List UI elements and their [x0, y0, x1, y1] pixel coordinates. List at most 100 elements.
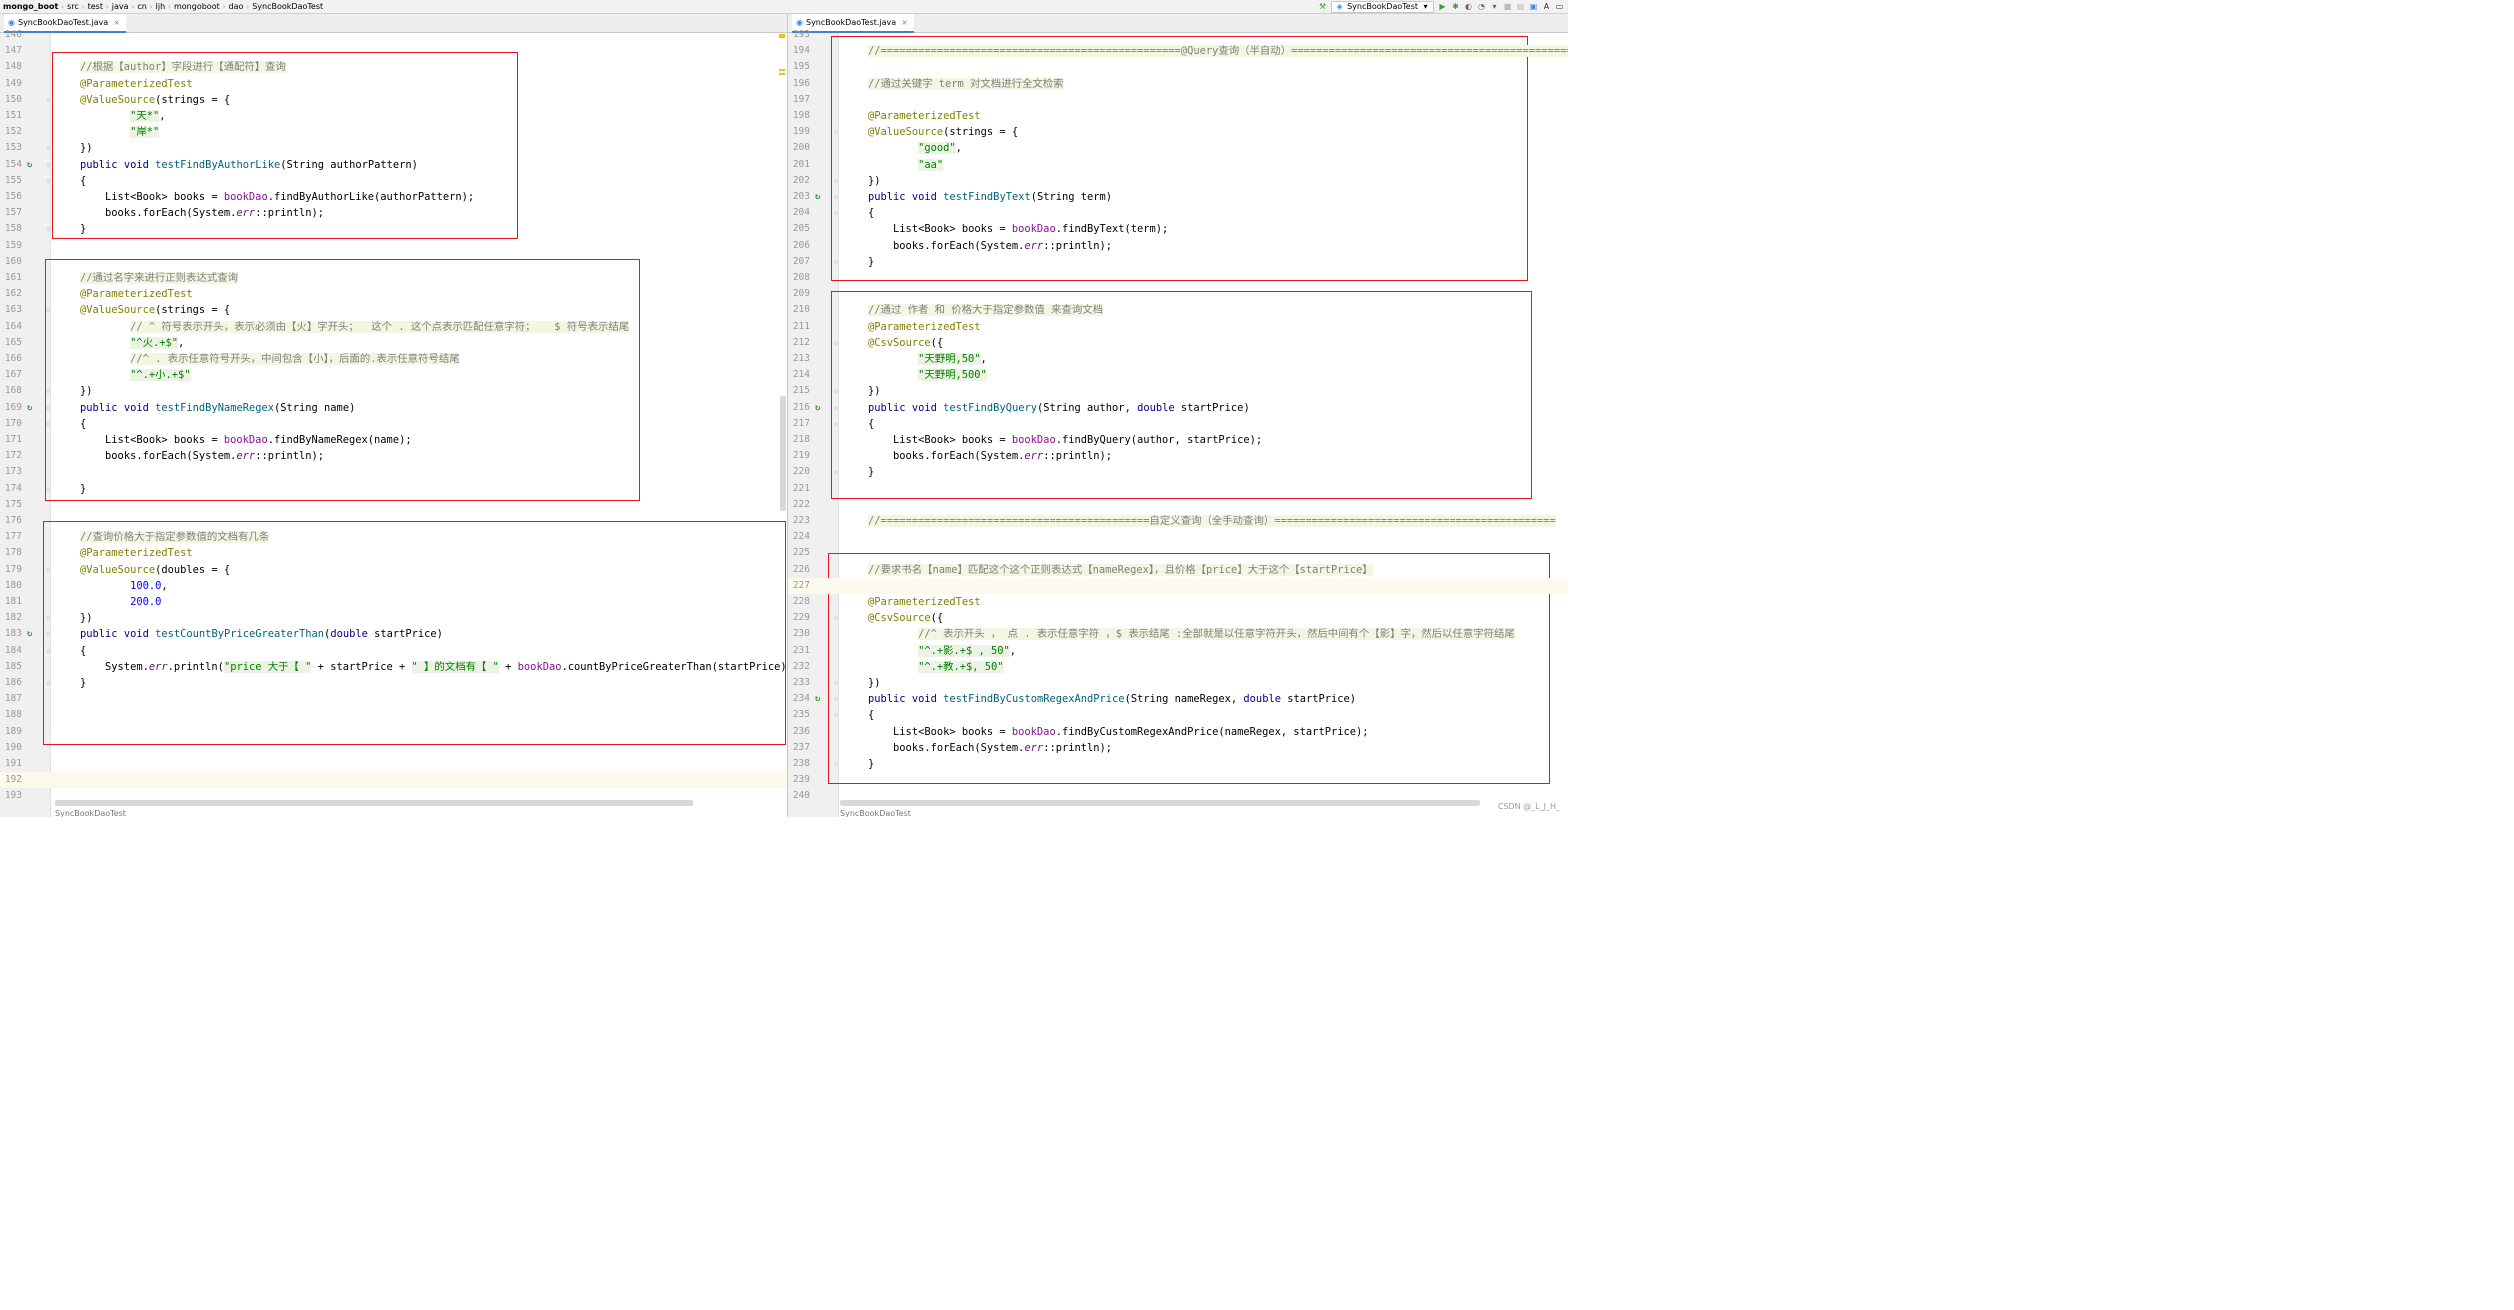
- code-line[interactable]: 207 ◇ }: [788, 254, 1568, 270]
- attach-icon[interactable]: ▤: [1516, 2, 1525, 11]
- run-test-icon[interactable]: ↻: [815, 691, 820, 707]
- code-line[interactable]: 185 System.err.println("price 大于【 " + st…: [0, 659, 787, 675]
- code-line[interactable]: 156 List<Book> books = bookDao.findByAut…: [0, 189, 787, 205]
- code-line[interactable]: 222: [788, 497, 1568, 513]
- debug-icon[interactable]: ✱: [1451, 2, 1460, 11]
- code-line[interactable]: 174 ◇ }: [0, 481, 787, 497]
- run-test-icon[interactable]: ↻: [27, 626, 32, 642]
- run-test-icon[interactable]: ↻: [815, 400, 820, 416]
- code-line[interactable]: 176: [0, 513, 787, 529]
- code-line[interactable]: 192: [0, 772, 787, 789]
- code-line[interactable]: 158 ◇ }: [0, 221, 787, 237]
- code-line[interactable]: 215 ◇ }): [788, 383, 1568, 399]
- code-line[interactable]: 220 ◇ }: [788, 464, 1568, 480]
- breadcrumb-item[interactable]: mongo_boot: [0, 2, 61, 11]
- code-line[interactable]: 203 ↻ ◇ public void testFindByText(String …: [788, 189, 1568, 205]
- code-line[interactable]: 189: [0, 724, 787, 740]
- code-line[interactable]: 150 ◇ @ValueSource(strings = {: [0, 92, 787, 108]
- fold-marker-icon[interactable]: ◇: [834, 254, 838, 270]
- breadcrumb-item[interactable]: SyncBookDaoTest: [249, 2, 326, 11]
- code-line[interactable]: 148 //根据【author】字段进行【通配符】查询: [0, 59, 787, 75]
- code-line[interactable]: 197: [788, 92, 1568, 108]
- window-icon[interactable]: ▭: [1555, 2, 1564, 11]
- code-line[interactable]: 210 //通过 作者 和 价格大于指定参数值 来查询文档: [788, 302, 1568, 318]
- code-line[interactable]: 188: [0, 707, 787, 723]
- breadcrumb-item[interactable]: ljh: [153, 2, 169, 11]
- code-line[interactable]: 194 //==================================…: [788, 43, 1568, 59]
- fold-marker-icon[interactable]: ◇: [46, 173, 50, 189]
- code-line[interactable]: 214 "天野明,500": [788, 367, 1568, 383]
- stop-icon[interactable]: ■: [1503, 2, 1512, 11]
- code-line[interactable]: 151 "天*",: [0, 108, 787, 124]
- code-line[interactable]: 183 ↻ ◇ public void testCountByPriceGreate…: [0, 626, 787, 642]
- code-line[interactable]: 198 @ParameterizedTest: [788, 108, 1568, 124]
- code-line[interactable]: 164 // ^ 符号表示开头，表示必须由【火】字开头； 这个 . 这个点表示匹…: [0, 319, 787, 335]
- code-line[interactable]: 218 List<Book> books = bookDao.findByQue…: [788, 432, 1568, 448]
- code-line[interactable]: 172 books.forEach(System.err::println);: [0, 448, 787, 464]
- code-line[interactable]: 193: [0, 788, 787, 804]
- code-line[interactable]: 231 "^.+影.+$ , 50",: [788, 643, 1568, 659]
- code-line[interactable]: 200 "good",: [788, 140, 1568, 156]
- code-line[interactable]: 238 ◇ }: [788, 756, 1568, 772]
- fold-marker-icon[interactable]: ◇: [46, 302, 50, 318]
- code-line[interactable]: 239: [788, 772, 1568, 788]
- code-line[interactable]: 168 ◇ }): [0, 383, 787, 399]
- code-line[interactable]: 149 @ParameterizedTest: [0, 76, 787, 92]
- close-icon[interactable]: ×: [901, 18, 908, 27]
- code-line[interactable]: 153 ◇ }): [0, 140, 787, 156]
- code-line[interactable]: 159: [0, 238, 787, 254]
- fold-marker-icon[interactable]: ◇: [834, 675, 838, 691]
- fold-marker-icon[interactable]: ◇: [834, 416, 838, 432]
- code-line[interactable]: 195: [788, 59, 1568, 75]
- code-line[interactable]: 178 @ParameterizedTest: [0, 545, 787, 561]
- code-line[interactable]: 209: [788, 286, 1568, 302]
- code-line[interactable]: 221: [788, 481, 1568, 497]
- code-line[interactable]: 229 ◇ @CsvSource({: [788, 610, 1568, 626]
- code-line[interactable]: 193: [788, 27, 1568, 43]
- fold-marker-icon[interactable]: ◇: [46, 481, 50, 497]
- code-line[interactable]: 224: [788, 529, 1568, 545]
- run-test-icon[interactable]: ↻: [27, 157, 32, 173]
- run-icon[interactable]: ▶: [1438, 2, 1447, 11]
- code-line[interactable]: 175: [0, 497, 787, 513]
- fold-marker-icon[interactable]: ◇: [46, 562, 50, 578]
- translate-icon[interactable]: A: [1542, 2, 1551, 11]
- code-line[interactable]: 223 //==================================…: [788, 513, 1568, 529]
- chevron-down-icon[interactable]: ▾: [1490, 2, 1499, 11]
- fold-marker-icon[interactable]: ◇: [46, 157, 50, 173]
- code-line[interactable]: 226 //要求书名【name】匹配这个这个正则表达式【nameRegex】，且…: [788, 562, 1568, 578]
- fold-marker-icon[interactable]: ◇: [46, 140, 50, 156]
- fold-marker-icon[interactable]: ◇: [46, 626, 50, 642]
- code-line[interactable]: 227: [788, 577, 1568, 594]
- breadcrumb-item[interactable]: cn: [134, 2, 149, 11]
- code-line[interactable]: 205 List<Book> books = bookDao.findByTex…: [788, 221, 1568, 237]
- close-icon[interactable]: ×: [113, 18, 120, 27]
- code-line[interactable]: 162 @ParameterizedTest: [0, 286, 787, 302]
- fold-marker-icon[interactable]: ◇: [46, 675, 50, 691]
- code-line[interactable]: 165 "^火.+$",: [0, 335, 787, 351]
- code-line[interactable]: 216 ↻ ◇ public void testFindByQuery(String…: [788, 400, 1568, 416]
- code-line[interactable]: 155 ◇ {: [0, 173, 787, 189]
- build-hammer-icon[interactable]: ⚒: [1318, 2, 1327, 11]
- fold-marker-icon[interactable]: ◇: [46, 383, 50, 399]
- code-line[interactable]: 186 ◇ }: [0, 675, 787, 691]
- fold-marker-icon[interactable]: ◇: [834, 383, 838, 399]
- coverage-icon[interactable]: ◐: [1464, 2, 1473, 11]
- code-line[interactable]: 196 //通过关键字 term 对文档进行全文检索: [788, 76, 1568, 92]
- code-line[interactable]: 173: [0, 464, 787, 480]
- code-line[interactable]: 235 ◇ {: [788, 707, 1568, 723]
- breadcrumb-item[interactable]: dao: [226, 2, 247, 11]
- fold-marker-icon[interactable]: ◇: [834, 124, 838, 140]
- code-line[interactable]: 187: [0, 691, 787, 707]
- code-line[interactable]: 146: [0, 27, 787, 43]
- breadcrumb-item[interactable]: java: [109, 2, 132, 11]
- code-line[interactable]: 217 ◇ {: [788, 416, 1568, 432]
- breadcrumb-item[interactable]: src: [64, 2, 82, 11]
- code-line[interactable]: 169 ↻ ◇ public void testFindByNameRegex(St…: [0, 400, 787, 416]
- fold-marker-icon[interactable]: ◇: [834, 335, 838, 351]
- fold-marker-icon[interactable]: ◇: [834, 400, 838, 416]
- code-line[interactable]: 204 ◇ {: [788, 205, 1568, 221]
- code-line[interactable]: 152 "岸*": [0, 124, 787, 140]
- code-line[interactable]: 237 books.forEach(System.err::println);: [788, 740, 1568, 756]
- code-line[interactable]: 171 List<Book> books = bookDao.findByNam…: [0, 432, 787, 448]
